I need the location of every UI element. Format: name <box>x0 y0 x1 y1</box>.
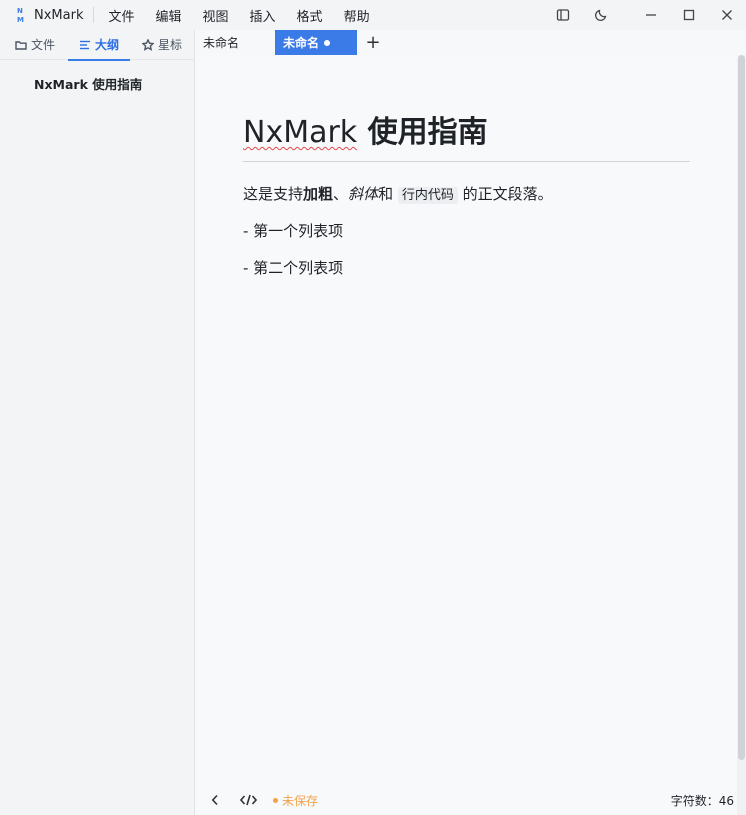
tab-untitled-1[interactable]: 未命名 <box>196 30 275 55</box>
paragraph-text: 、 <box>333 185 349 203</box>
minimize-icon <box>646 14 656 16</box>
heading-rest: 使用指南 <box>357 115 488 150</box>
code-icon <box>239 794 257 806</box>
close-icon <box>722 10 732 20</box>
source-mode-button[interactable] <box>237 785 259 815</box>
scrollbar-thumb[interactable] <box>738 55 745 760</box>
collapse-sidebar-button[interactable] <box>208 785 222 815</box>
maximize-icon <box>683 9 695 21</box>
minimize-button[interactable] <box>632 0 670 30</box>
menu-edit[interactable]: 编辑 <box>156 6 182 25</box>
menu-help[interactable]: 帮助 <box>344 6 370 25</box>
bold-text: 加粗 <box>303 185 334 203</box>
sidebar-tab-outline-label: 大纲 <box>95 38 120 52</box>
chevron-left-icon <box>211 794 218 806</box>
moon-icon <box>594 9 607 22</box>
paragraph-text: 的正文段落。 <box>462 185 553 203</box>
maximize-button[interactable] <box>670 0 708 30</box>
outline-icon <box>80 40 90 49</box>
paragraph-text: 这是支持 <box>243 185 304 203</box>
title-bar: N M NxMark 文件 编辑 视图 插入 格式 帮助 <box>0 0 746 30</box>
sidebar-tab-files-label: 文件 <box>31 38 56 52</box>
menu-format[interactable]: 格式 <box>297 6 323 25</box>
list-item[interactable]: - 第二个列表项 <box>243 257 343 278</box>
sidebar-toggle-icon <box>556 9 570 21</box>
tab-untitled-2[interactable]: 未命名 <box>275 30 357 55</box>
menu-view[interactable]: 视图 <box>203 6 229 25</box>
list-item[interactable]: - 第一个列表项 <box>243 220 343 241</box>
sidebar: 文件 大纲 星标 NxMark 使用指南 <box>0 30 195 815</box>
svg-text:N: N <box>17 7 23 15</box>
window-controls <box>544 0 746 30</box>
menu-bar: 文件 编辑 视图 插入 格式 帮助 <box>108 6 390 25</box>
editor-area[interactable]: NxMark 使用指南 这是支持加粗、斜体和 行内代码 的正文段落。 - 第一个… <box>196 55 737 785</box>
outline-item-heading[interactable]: NxMark 使用指南 <box>34 74 142 93</box>
editor-scrollbar[interactable] <box>737 55 746 815</box>
tab-label: 未命名 <box>283 36 320 50</box>
add-tab-button[interactable]: + <box>357 30 389 55</box>
star-icon <box>142 38 154 51</box>
svg-text:M: M <box>17 16 24 24</box>
unsaved-dot-icon <box>324 39 331 46</box>
document-tabs: 未命名 未命名 + <box>196 30 389 55</box>
heading-spellcheck-word: NxMark <box>243 115 358 150</box>
sidebar-toggle-button[interactable] <box>544 0 582 30</box>
paragraph-text: 和 <box>378 185 394 203</box>
theme-toggle-button[interactable] <box>582 0 620 30</box>
sidebar-tabs: 文件 大纲 星标 <box>0 30 194 61</box>
sidebar-tab-outline[interactable]: 大纲 <box>67 30 131 61</box>
unsaved-status-dot-icon <box>273 797 278 803</box>
inline-code: 行内代码 <box>397 187 458 204</box>
app-logo-icon: N M <box>17 7 24 24</box>
unsaved-status: 未保存 <box>273 792 318 809</box>
title-divider <box>93 7 95 23</box>
italic-text: 斜体 <box>348 185 379 203</box>
sidebar-tab-starred[interactable]: 星标 <box>142 30 182 60</box>
menu-insert[interactable]: 插入 <box>250 6 276 25</box>
tab-label: 未命名 <box>203 36 240 50</box>
menu-file[interactable]: 文件 <box>108 6 134 25</box>
close-button[interactable] <box>708 0 746 30</box>
character-count: 字符数：46 <box>670 793 734 808</box>
unsaved-status-label: 未保存 <box>282 793 319 808</box>
status-bar: 未保存 字符数：46 <box>196 785 737 815</box>
folder-icon <box>15 40 27 50</box>
app-name: NxMark <box>34 7 84 23</box>
document-heading[interactable]: NxMark 使用指南 <box>243 107 488 151</box>
sidebar-tab-starred-label: 星标 <box>158 38 183 52</box>
paragraph[interactable]: 这是支持加粗、斜体和 行内代码 的正文段落。 <box>243 183 553 204</box>
heading-divider <box>243 161 690 162</box>
sidebar-tab-files[interactable]: 文件 <box>15 30 55 60</box>
